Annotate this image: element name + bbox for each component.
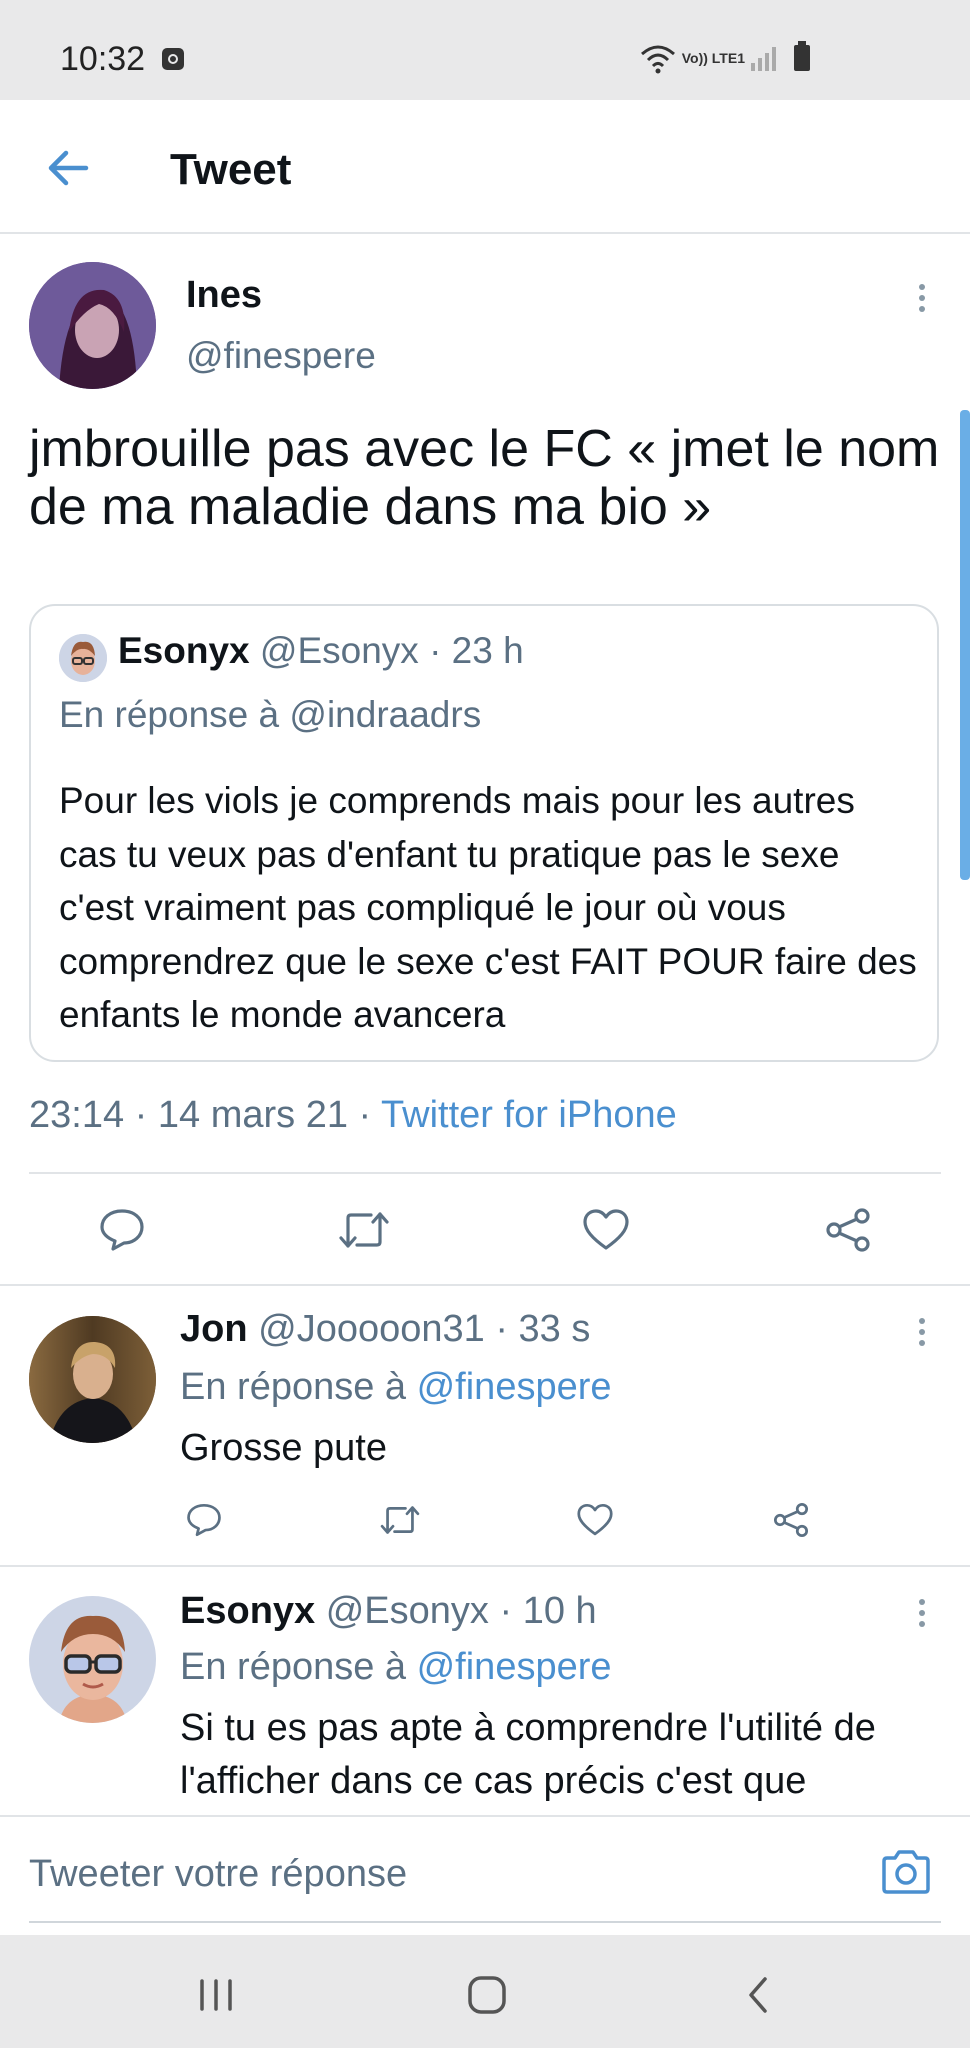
- heart-icon: [583, 1209, 629, 1250]
- network-type: Vo)) LTE1: [681, 50, 745, 66]
- back-button[interactable]: [36, 136, 100, 200]
- system-back-button[interactable]: [718, 1955, 798, 2035]
- reply-text: Grosse pute: [180, 1427, 387, 1469]
- reply-icon: [187, 1503, 221, 1537]
- alarm-icon: [162, 48, 184, 70]
- tweet-timestamp: 23:14 · 14 mars 21 ·: [29, 1094, 382, 1136]
- reply-button[interactable]: [92, 1204, 152, 1256]
- quoted-author-avatar: [59, 634, 107, 682]
- divider: [29, 1172, 941, 1174]
- author-avatar[interactable]: [29, 262, 156, 389]
- camera-icon[interactable]: [880, 1849, 932, 1895]
- retweet-icon: [339, 1212, 389, 1248]
- like-button[interactable]: [576, 1204, 636, 1256]
- tweet-source-link[interactable]: Twitter for iPhone: [381, 1094, 677, 1136]
- reply-context: En réponse à @finespere: [180, 1646, 612, 1689]
- divider: [0, 1565, 970, 1567]
- reply-author-handle[interactable]: @Jooooon31 · 33 s: [258, 1308, 590, 1350]
- quoted-reply-context: En réponse à @indraadrs: [59, 694, 482, 735]
- reply-context: En réponse à @finespere: [180, 1366, 612, 1409]
- arrow-left-icon: [48, 150, 89, 186]
- wifi-icon: [640, 45, 675, 74]
- reply-mention-link[interactable]: @finespere: [417, 1366, 612, 1408]
- reply-icon: [100, 1209, 144, 1251]
- reply-header: Jon @Jooooon31 · 33 s: [180, 1308, 590, 1351]
- quoted-author-handle: @Esonyx · 23 h: [259, 630, 524, 671]
- status-time: 10:32: [60, 40, 146, 78]
- author-handle[interactable]: @finespere: [186, 335, 376, 377]
- reply-mention-link[interactable]: @finespere: [417, 1646, 612, 1688]
- quoted-text: Pour les viols je comprends mais pour le…: [59, 780, 917, 1035]
- divider: [0, 1284, 970, 1286]
- status-icons: Vo)) LTE1: [640, 41, 810, 74]
- page-title: Tweet: [170, 145, 292, 194]
- reply-composer[interactable]: Tweeter votre réponse: [0, 1815, 970, 1937]
- status-bar: 10:32 Vo)) LTE1: [0, 0, 970, 100]
- quoted-header: Esonyx @Esonyx · 23 h: [118, 630, 524, 672]
- retweet-button[interactable]: [378, 1500, 422, 1540]
- chevron-left-icon: [749, 1977, 767, 2013]
- home-button[interactable]: [447, 1955, 527, 2035]
- scroll-indicator[interactable]: [960, 410, 970, 880]
- signal-icon: [751, 45, 776, 71]
- app-bar: Tweet: [0, 100, 970, 234]
- system-nav-bar: [0, 1935, 970, 2048]
- retweet-button[interactable]: [334, 1204, 394, 1256]
- share-button[interactable]: [818, 1204, 878, 1256]
- reply-button[interactable]: [182, 1500, 226, 1540]
- more-options-icon[interactable]: [907, 278, 937, 318]
- home-icon: [468, 1976, 506, 2014]
- battery-icon: [794, 41, 810, 71]
- reply-context-prefix: En réponse à: [180, 1646, 417, 1688]
- like-button[interactable]: [573, 1500, 617, 1540]
- quoted-author-name: Esonyx: [118, 630, 250, 671]
- composer-underline: [29, 1921, 941, 1923]
- share-button[interactable]: [769, 1500, 813, 1540]
- tweet-text: jmbrouille pas avec le FC « jmet le nom …: [29, 420, 940, 536]
- reply-author-handle[interactable]: @Esonyx · 10 h: [326, 1590, 597, 1632]
- heart-icon: [577, 1503, 613, 1536]
- more-options-icon[interactable]: [907, 1593, 937, 1633]
- tweet-metadata: 23:14 · 14 mars 21 · Twitter for iPhone: [29, 1094, 677, 1137]
- reply-input[interactable]: Tweeter votre réponse: [29, 1853, 407, 1896]
- reply-author-avatar[interactable]: [29, 1596, 156, 1723]
- share-icon: [773, 1502, 809, 1538]
- reply-header: Esonyx @Esonyx · 10 h: [180, 1590, 597, 1633]
- more-options-icon[interactable]: [907, 1312, 937, 1352]
- retweet-icon: [380, 1506, 420, 1534]
- recent-apps-button[interactable]: [176, 1955, 256, 2035]
- quoted-tweet[interactable]: Esonyx @Esonyx · 23 h En réponse à @indr…: [29, 604, 939, 1062]
- reply-author-name[interactable]: Jon: [180, 1308, 248, 1350]
- reply-author-avatar[interactable]: [29, 1316, 156, 1443]
- recent-apps-icon: [200, 1979, 232, 2011]
- reply-author-name[interactable]: Esonyx: [180, 1590, 315, 1632]
- share-icon: [826, 1208, 870, 1252]
- reply-context-prefix: En réponse à: [180, 1366, 417, 1408]
- reply-text: Si tu es pas apte à comprendre l'utilité…: [180, 1707, 876, 1802]
- author-name[interactable]: Ines: [186, 274, 262, 317]
